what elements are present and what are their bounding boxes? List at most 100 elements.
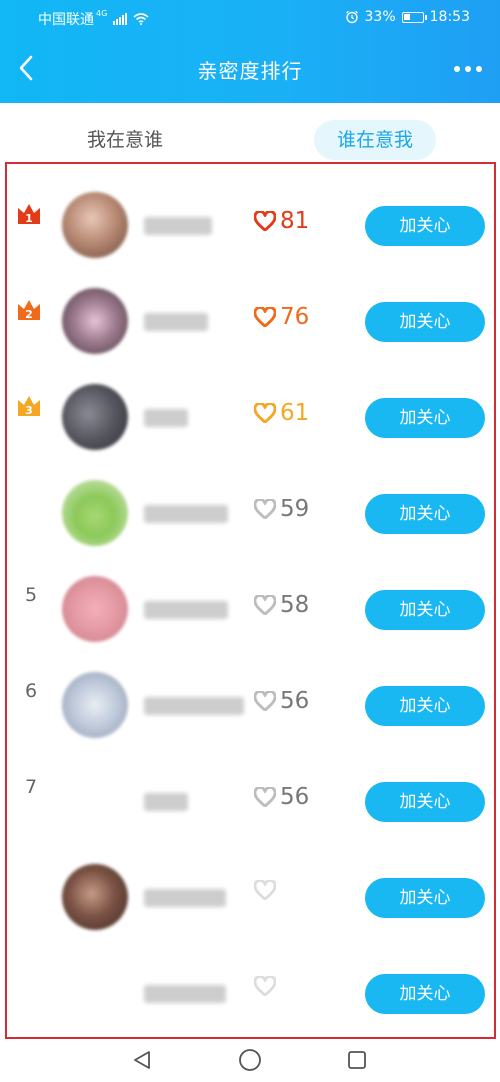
- nickname-blurred: [144, 889, 226, 907]
- intimacy-score: 61: [254, 400, 309, 426]
- crown-rank-icon: 1: [18, 204, 40, 225]
- tab-who-i-care[interactable]: 我在意谁: [65, 120, 185, 160]
- nav-bar: 亲密度排行: [0, 36, 500, 103]
- page-title: 亲密度排行: [197, 59, 303, 83]
- more-dot: [476, 66, 482, 72]
- score-value: 76: [280, 304, 310, 330]
- add-care-button[interactable]: 加关心: [365, 686, 485, 726]
- add-care-button[interactable]: 加关心: [365, 878, 485, 918]
- triangle-back-icon: [134, 1051, 150, 1069]
- avatar[interactable]: [62, 768, 128, 834]
- avatar[interactable]: [62, 384, 128, 450]
- heart-icon: [254, 691, 276, 711]
- heart-icon: [254, 880, 276, 900]
- avatar[interactable]: [62, 864, 128, 930]
- list-item[interactable]: 加关心: [7, 932, 494, 1028]
- add-care-button[interactable]: 加关心: [365, 302, 485, 342]
- heart-icon: [254, 211, 276, 231]
- heart-icon: [254, 595, 276, 615]
- heart-icon: [254, 307, 276, 327]
- status-bar: 中国联通 4G 33% 18:53: [0, 0, 500, 36]
- nav-back-button[interactable]: [126, 1045, 158, 1075]
- more-dot: [454, 66, 460, 72]
- battery-percent: 33%: [364, 9, 396, 25]
- list-item[interactable]: 2 76 加关心: [7, 260, 494, 356]
- intimacy-score: [254, 880, 280, 900]
- rank-number: 3: [25, 404, 33, 417]
- tab-who-cares-me[interactable]: 谁在意我: [314, 120, 436, 160]
- nickname-blurred: [144, 409, 188, 427]
- add-care-button[interactable]: 加关心: [365, 206, 485, 246]
- nickname-blurred: [144, 985, 226, 1003]
- heart-icon: [254, 976, 276, 996]
- heart-icon: [254, 403, 276, 423]
- avatar[interactable]: [62, 480, 128, 546]
- avatar[interactable]: [62, 576, 128, 642]
- intimacy-score: 58: [254, 592, 309, 618]
- battery-fill: [403, 13, 410, 20]
- wifi-icon: [133, 13, 149, 25]
- intimacy-score: 81: [254, 208, 309, 234]
- circle-home-icon: [239, 1049, 261, 1071]
- crown-rank-icon: 3: [18, 396, 40, 417]
- nickname-blurred: [144, 505, 228, 523]
- intimacy-score: 56: [254, 688, 309, 714]
- nav-home-button[interactable]: [234, 1045, 266, 1075]
- status-left: 中国联通 4G: [38, 9, 149, 29]
- crown-rank-icon: 2: [18, 300, 40, 321]
- list-item[interactable]: 1 81 加关心: [7, 164, 494, 260]
- nickname-blurred: [144, 697, 244, 715]
- nav-recent-button[interactable]: [341, 1045, 373, 1075]
- list-item[interactable]: 3 61 加关心: [7, 356, 494, 452]
- intimacy-score: [254, 976, 280, 996]
- ranking-list: 1 81 加关心 2 76 加关心 3 61 加关心 59 加关心 5 58 加关心 6 56 加关心 7 56 加关…: [5, 162, 496, 1039]
- avatar[interactable]: [62, 960, 128, 1026]
- battery-icon: [401, 11, 427, 23]
- list-item[interactable]: 59 加关心: [7, 452, 494, 548]
- nickname-blurred: [144, 217, 212, 235]
- nickname-blurred: [144, 313, 208, 331]
- avatar[interactable]: [62, 672, 128, 738]
- list-item[interactable]: 6 56 加关心: [7, 644, 494, 740]
- add-care-button[interactable]: 加关心: [365, 494, 485, 534]
- avatar[interactable]: [62, 288, 128, 354]
- alarm-icon: [345, 10, 359, 24]
- intimacy-score: 76: [254, 304, 309, 330]
- list-item[interactable]: 加关心: [7, 836, 494, 932]
- status-right: 33% 18:53: [345, 9, 470, 25]
- carrier-label: 中国联通: [38, 12, 94, 28]
- intimacy-score: 56: [254, 784, 309, 810]
- add-care-button[interactable]: 加关心: [365, 398, 485, 438]
- rank-number: 5: [25, 584, 38, 606]
- intimacy-score: 59: [254, 496, 309, 522]
- system-nav-bar: [0, 1041, 500, 1082]
- score-value: 61: [280, 400, 310, 426]
- header: 中国联通 4G 33% 18:53 亲密度排行: [0, 0, 500, 103]
- heart-icon: [254, 787, 276, 807]
- score-value: 56: [280, 784, 310, 810]
- heart-icon: [254, 499, 276, 519]
- score-value: 58: [280, 592, 310, 618]
- add-care-button[interactable]: 加关心: [365, 590, 485, 630]
- signal-icon: [113, 13, 128, 25]
- avatar[interactable]: [62, 192, 128, 258]
- score-value: 81: [280, 208, 310, 234]
- tab-bar: 我在意谁 谁在意我: [0, 103, 500, 163]
- nickname-blurred: [144, 601, 228, 619]
- network-label: 4G: [96, 8, 108, 18]
- score-value: 59: [280, 496, 310, 522]
- more-button[interactable]: [448, 56, 488, 82]
- nickname-blurred: [144, 793, 188, 811]
- rank-number: 6: [25, 680, 38, 702]
- score-value: 56: [280, 688, 310, 714]
- more-dot: [465, 66, 471, 72]
- rank-number: 7: [25, 776, 38, 798]
- add-care-button[interactable]: 加关心: [365, 782, 485, 822]
- square-recent-icon: [348, 1051, 366, 1069]
- add-care-button[interactable]: 加关心: [365, 974, 485, 1014]
- list-item[interactable]: 7 56 加关心: [7, 740, 494, 836]
- clock: 18:53: [429, 9, 470, 25]
- rank-number: 2: [25, 308, 33, 321]
- list-item[interactable]: 5 58 加关心: [7, 548, 494, 644]
- rank-number: 1: [25, 212, 33, 225]
